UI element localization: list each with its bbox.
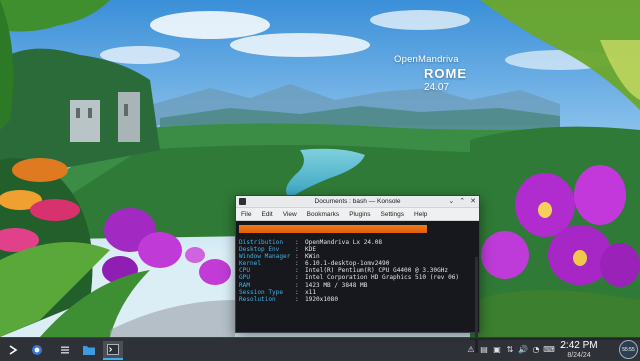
- brand-name: OpenMandriva: [394, 54, 459, 65]
- info-row-gpu: GPU: Intel Corporation HD Graphics 510 (r…: [239, 274, 460, 282]
- info-row-desktop-env: Desktop Env: KDE: [239, 246, 317, 254]
- menu-edit[interactable]: Edit: [261, 211, 272, 218]
- warning-icon[interactable]: ⚠: [466, 343, 476, 355]
- device-icon[interactable]: ▣: [492, 343, 502, 355]
- menu-help[interactable]: Help: [414, 211, 427, 218]
- system-tray: ⚠ ▤ ▣ ⇅ 🔊 ◔ ⌨ ⌃: [466, 343, 567, 355]
- minimize-icon[interactable]: ⌄: [448, 197, 454, 205]
- clock-time: 2:42 PM: [560, 340, 598, 351]
- menu-bookmarks[interactable]: Bookmarks: [307, 211, 340, 218]
- info-row-window-manager: Window Manager: KWin: [239, 253, 320, 261]
- user-avatar[interactable]: 55:55: [619, 340, 638, 359]
- menu-bar: File Edit View Bookmarks Plugins Setting…: [236, 208, 479, 221]
- close-icon[interactable]: ✕: [470, 197, 476, 205]
- network-icon[interactable]: ⇅: [505, 343, 515, 355]
- distro-logo-bar: [239, 225, 427, 233]
- keyboard-icon[interactable]: ⌨: [543, 343, 555, 355]
- konsole-task-button[interactable]: [103, 341, 123, 360]
- terminal-output[interactable]: Distribution: OpenMandriva Lx 24.08 Deskt…: [236, 221, 479, 353]
- info-row-distribution: Distribution: OpenMandriva Lx 24.08: [239, 239, 383, 246]
- distro-branding: OpenMandriva ROME 24.07: [394, 54, 467, 93]
- info-row-cpu: CPU: Intel(R) Pentium(R) CPU G4400 @ 3.30…: [239, 267, 449, 275]
- volume-icon[interactable]: 🔊: [518, 343, 528, 355]
- browser-icon[interactable]: [30, 341, 44, 358]
- wifi-icon[interactable]: ◔: [531, 343, 541, 355]
- brand-release-name: ROME: [424, 66, 467, 81]
- window-title: Documents : bash — Konsole: [314, 197, 401, 205]
- file-manager-icon[interactable]: [80, 341, 98, 358]
- maximize-icon[interactable]: ⌃: [459, 197, 465, 205]
- konsole-window[interactable]: Documents : bash — Konsole ⌄ ⌃ ✕ File Ed…: [235, 195, 480, 353]
- info-row-ram: RAM:1423 MB / 3848 MB: [239, 281, 368, 289]
- clipboard-icon[interactable]: ▤: [479, 343, 489, 355]
- app-launcher-icon[interactable]: [6, 341, 20, 358]
- digital-clock[interactable]: 2:42 PM 8/24/24: [560, 341, 598, 360]
- menu-view[interactable]: View: [283, 211, 297, 218]
- menu-settings[interactable]: Settings: [381, 211, 405, 218]
- info-row-session-type: Session Type: x11: [239, 288, 317, 296]
- window-titlebar[interactable]: Documents : bash — Konsole ⌄ ⌃ ✕: [236, 196, 479, 208]
- clock-date: 8/24/24: [567, 352, 591, 359]
- window-controls: ⌄ ⌃ ✕: [448, 197, 476, 205]
- taskbar-panel: ⚠ ▤ ▣ ⇅ 🔊 ◔ ⌨ ⌃ 2:42 PM 8/24/24: [0, 337, 640, 361]
- settings-icon[interactable]: [58, 341, 72, 358]
- info-row-kernel: Kernel:6.10.1-desktop-1omv2490: [239, 260, 390, 268]
- menu-plugins[interactable]: Plugins: [349, 211, 370, 218]
- brand-version: 24.07: [424, 82, 450, 93]
- info-row-resolution: Resolution:1920x1080: [239, 295, 339, 303]
- menu-file[interactable]: File: [241, 211, 251, 218]
